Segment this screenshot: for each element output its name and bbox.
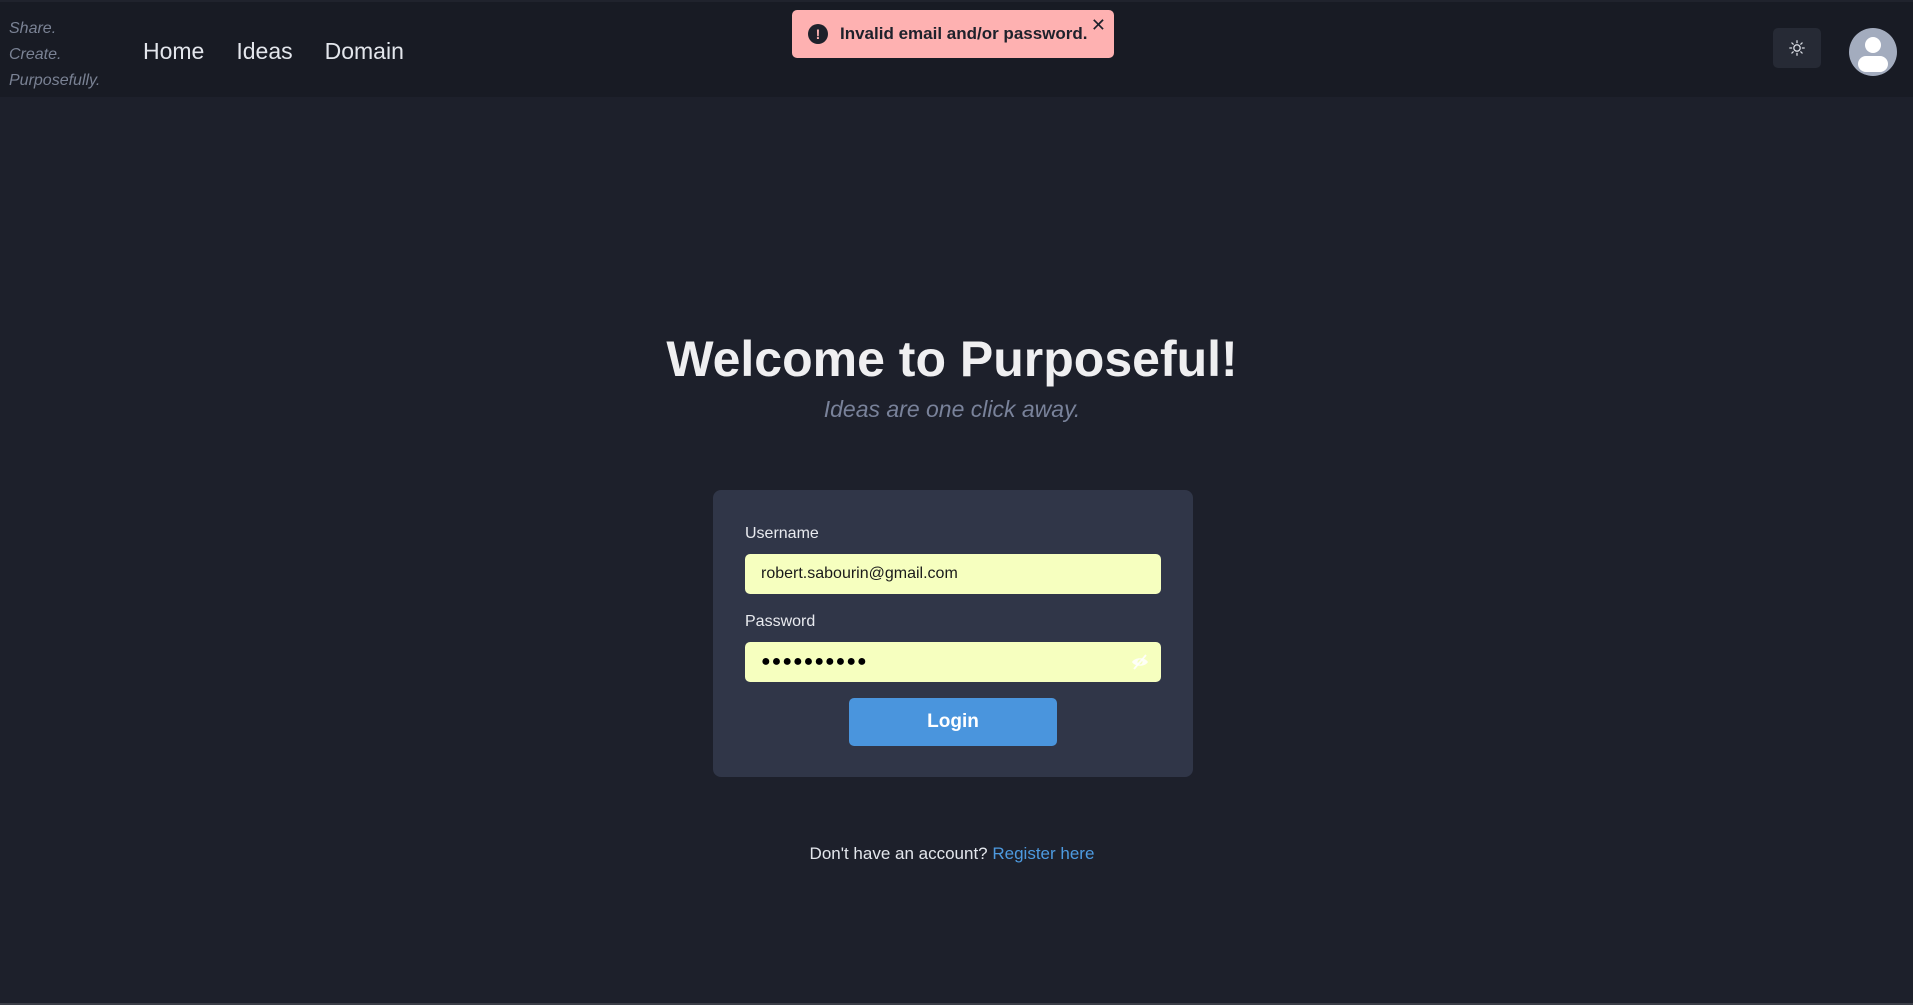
register-prompt: Don't have an account? Register here <box>0 844 1904 864</box>
avatar-body-shape <box>1858 56 1888 72</box>
tagline-line-3: Purposefully. <box>9 72 101 89</box>
nav-home-link[interactable]: Home <box>143 38 204 65</box>
password-value: ●●●●●●●●●● <box>761 653 868 670</box>
nav-domain-link[interactable]: Domain <box>325 38 404 65</box>
register-link[interactable]: Register here <box>992 844 1094 863</box>
tagline-line-2: Create. <box>9 46 62 63</box>
page-title: Welcome to Purposeful! <box>666 331 1238 387</box>
sun-icon <box>1789 40 1805 56</box>
username-value: robert.sabourin@gmail.com <box>761 565 958 582</box>
avatar-head-shape <box>1865 37 1881 53</box>
exclamation-circle-icon: ! <box>808 24 828 44</box>
password-input[interactable]: ●●●●●●●●●● <box>745 642 1161 682</box>
login-form: Username robert.sabourin@gmail.com Passw… <box>713 490 1193 777</box>
page-subtitle: Ideas are one click away. <box>823 396 1081 422</box>
register-prompt-text: Don't have an account? <box>809 844 993 863</box>
main-nav: Home Ideas Domain <box>143 38 404 65</box>
close-icon[interactable]: ✕ <box>1091 16 1106 34</box>
username-input[interactable]: robert.sabourin@gmail.com <box>745 554 1161 594</box>
brand-tagline: Share. Create. Purposefully. <box>9 16 100 94</box>
password-label: Password <box>745 613 816 630</box>
user-avatar-button[interactable] <box>1849 28 1897 76</box>
theme-toggle-button[interactable] <box>1773 28 1821 68</box>
eye-off-icon[interactable] <box>1131 654 1149 670</box>
error-toast: ! Invalid email and/or password. ✕ <box>792 10 1114 58</box>
login-button[interactable]: Login <box>849 698 1057 746</box>
tagline-line-1: Share. <box>9 20 57 37</box>
toast-message: Invalid email and/or password. <box>840 24 1088 43</box>
nav-ideas-link[interactable]: Ideas <box>236 38 292 65</box>
username-label: Username <box>745 525 819 542</box>
